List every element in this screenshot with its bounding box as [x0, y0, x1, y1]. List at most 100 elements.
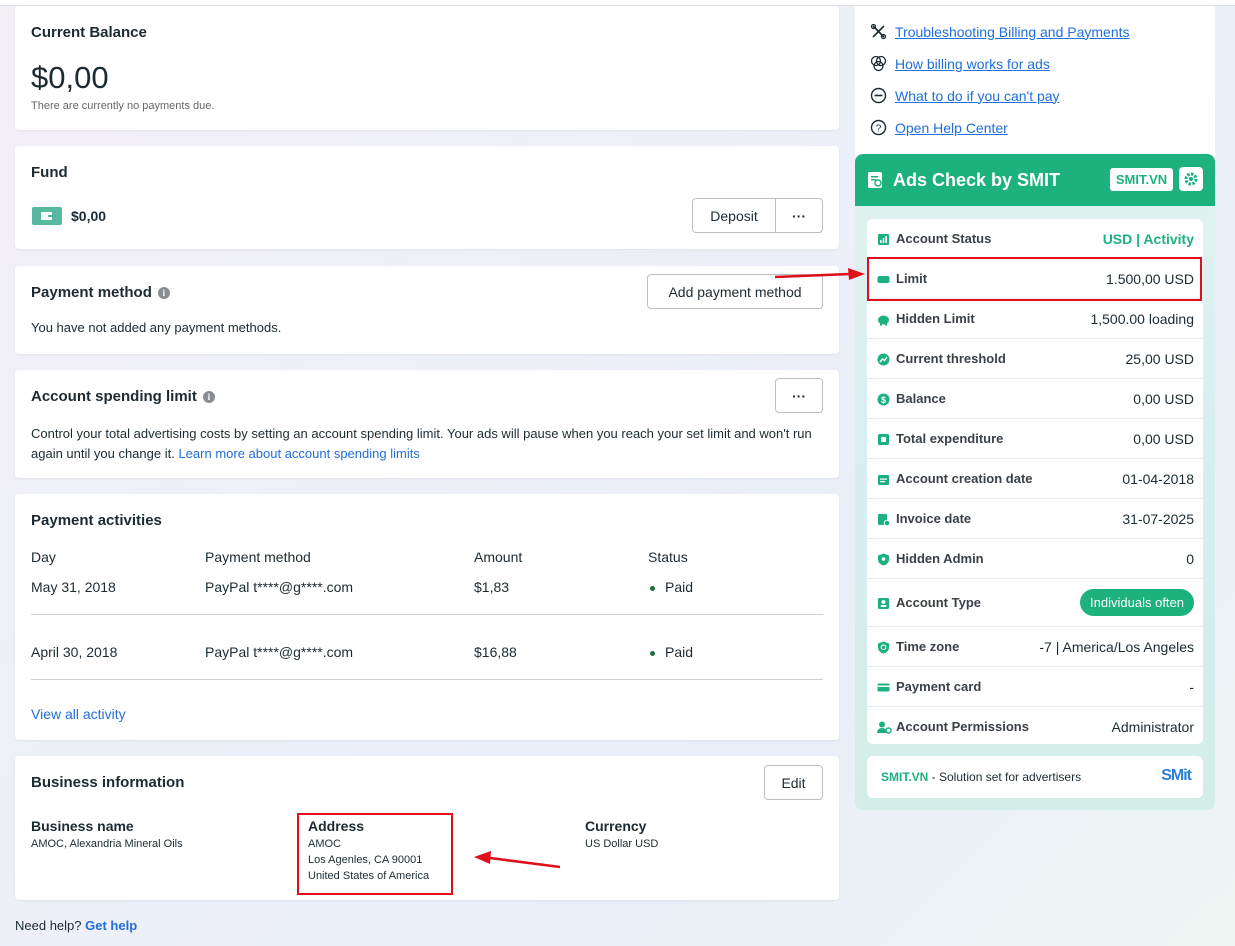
- row-status: Paid: [650, 644, 693, 660]
- column-header-payment-method: Payment method: [205, 549, 311, 565]
- info-row-value: 0: [1186, 551, 1194, 567]
- edit-button[interactable]: Edit: [764, 765, 823, 800]
- svg-text:$: $: [881, 395, 886, 405]
- smit-ads-check-panel: Ads Check by SMIT SMIT.VN Account Status…: [855, 154, 1215, 810]
- help-link-help-center[interactable]: ? Open Help Center: [870, 119, 1008, 136]
- payment-method-card: Payment method i Add payment method You h…: [15, 266, 839, 354]
- fund-more-button[interactable]: ···: [775, 198, 823, 233]
- help-links-panel: Troubleshooting Billing and Payments How…: [855, 6, 1215, 156]
- row-method: PayPal t****@g****.com: [205, 644, 354, 660]
- help-link-label: Open Help Center: [895, 119, 1008, 136]
- spending-limit-card: Account spending limit i ··· Control your…: [15, 370, 839, 478]
- wallet-icon: [878, 434, 889, 445]
- info-row-label: Account Permissions: [896, 719, 1029, 734]
- smit-header: Ads Check by SMIT SMIT.VN: [855, 154, 1215, 206]
- help-link-troubleshooting[interactable]: Troubleshooting Billing and Payments: [870, 23, 1130, 40]
- status-dot-icon: [650, 650, 655, 656]
- info-row-label: Current threshold: [896, 351, 1006, 366]
- currency-label: Currency: [585, 818, 647, 834]
- row-day: May 31, 2018: [31, 579, 116, 595]
- row-divider: [31, 614, 823, 615]
- billing-icon: [870, 55, 887, 72]
- smit-badge[interactable]: SMIT.VN: [1110, 168, 1173, 191]
- payment-method-title-text: Payment method: [31, 284, 152, 301]
- smit-footer-text: SMIT.VN - Solution set for advertisers: [881, 770, 1081, 784]
- info-row-label: Account creation date: [896, 471, 1033, 486]
- row-status-text: Paid: [665, 644, 694, 660]
- info-row-current-threshold: Current threshold 25,00 USD: [867, 339, 1203, 379]
- help-link-label: What to do if you can't pay: [895, 87, 1060, 104]
- info-row-label: Invoice date: [896, 511, 972, 526]
- info-row-value: 25,00 USD: [1125, 351, 1194, 367]
- help-link-label: Troubleshooting Billing and Payments: [895, 23, 1130, 40]
- payment-activities-title: Payment activities: [31, 512, 162, 529]
- view-all-activity-link[interactable]: View all activity: [31, 706, 126, 722]
- info-row-label: Account Type: [896, 595, 981, 610]
- info-row-balance: $ Balance 0,00 USD: [867, 379, 1203, 419]
- help-link-billing-works[interactable]: How billing works for ads: [870, 55, 1050, 72]
- info-row-value: 0,00 USD: [1133, 431, 1194, 447]
- info-row-value: -: [1189, 679, 1194, 695]
- smit-footer: SMIT.VN - Solution set for advertisers S…: [867, 756, 1203, 798]
- wallet-icon: [32, 207, 62, 225]
- info-row-account-permissions: Account Permissions Administrator: [867, 707, 1203, 747]
- need-help-text: Need help?: [15, 918, 82, 933]
- row-amount: $1,83: [474, 579, 510, 595]
- piggy-icon: [878, 315, 889, 326]
- need-help-footer: Need help? Get help: [15, 918, 137, 933]
- fund-card: Fund $0,00 Deposit ···: [15, 146, 839, 249]
- help-link-cant-pay[interactable]: What to do if you can't pay: [870, 87, 1060, 104]
- deposit-button[interactable]: Deposit: [692, 198, 776, 233]
- info-icon[interactable]: i: [157, 287, 170, 300]
- column-header-amount: Amount: [474, 549, 523, 565]
- current-balance-card: Current Balance $0,00 There are currentl…: [15, 6, 839, 130]
- business-name-label: Business name: [31, 818, 134, 834]
- spending-limit-text: Control your total advertising costs by …: [31, 426, 812, 461]
- minus-circle-icon: [870, 87, 887, 104]
- add-payment-method-button[interactable]: Add payment method: [647, 274, 823, 309]
- info-row-label: Payment card: [896, 679, 982, 694]
- info-row-account-status: Account Status USD | Activity: [867, 219, 1203, 259]
- spending-limit-title-text: Account spending limit: [31, 388, 197, 405]
- limit-highlight-box: [867, 257, 1202, 301]
- no-payment-methods-text: You have not added any payment methods.: [31, 320, 282, 335]
- info-icon[interactable]: i: [202, 391, 215, 404]
- info-row-label: Time zone: [896, 639, 960, 654]
- spending-limit-more-button[interactable]: ···: [775, 378, 823, 413]
- help-link-label: How billing works for ads: [895, 55, 1050, 72]
- info-row-creation-date: Account creation date 01-04-2018: [867, 459, 1203, 499]
- gear-icon[interactable]: [1179, 167, 1203, 191]
- info-row-value: Administrator: [1111, 719, 1194, 735]
- column-header-status: Status: [648, 549, 688, 565]
- tools-icon: [870, 23, 887, 40]
- current-balance-title: Current Balance: [31, 24, 147, 41]
- balance-amount: $0,00: [31, 60, 109, 95]
- admin-shield-icon: [878, 553, 889, 566]
- info-row-hidden-limit: Hidden Limit 1,500.00 loading: [867, 299, 1203, 339]
- row-day: April 30, 2018: [31, 644, 118, 660]
- smit-title: Ads Check by SMIT: [893, 170, 1061, 190]
- info-row-time-zone: Time zone -7 | America/Los Angeles: [867, 627, 1203, 667]
- info-row-label: Balance: [896, 391, 946, 406]
- smit-logo-icon: [868, 172, 882, 188]
- smit-footer-tagline: - Solution set for advertisers: [928, 770, 1082, 784]
- smit-footer-logo: SMit: [1161, 767, 1192, 784]
- row-amount: $16,88: [474, 644, 517, 660]
- info-row-payment-card: Payment card -: [867, 667, 1203, 707]
- row-method: PayPal t****@g****.com: [205, 579, 354, 595]
- info-row-value: 1,500.00 loading: [1090, 311, 1194, 327]
- business-name-value: AMOC, Alexandria Mineral Oils: [31, 838, 183, 850]
- get-help-link[interactable]: Get help: [85, 918, 137, 933]
- row-status-text: Paid: [665, 579, 694, 595]
- business-information-title: Business information: [31, 774, 185, 791]
- id-card-icon: [878, 598, 889, 609]
- dollar-icon: $: [877, 393, 890, 406]
- user-gear-icon: [877, 721, 892, 734]
- spending-limit-learn-more-link[interactable]: Learn more about account spending limits: [178, 446, 419, 461]
- svg-text:?: ?: [876, 124, 882, 135]
- info-row-label: Account Status: [896, 231, 992, 246]
- info-row-label: Hidden Admin: [896, 551, 984, 566]
- fund-amount: $0,00: [71, 208, 107, 224]
- chart-icon: [878, 234, 889, 245]
- trend-icon: [877, 353, 890, 366]
